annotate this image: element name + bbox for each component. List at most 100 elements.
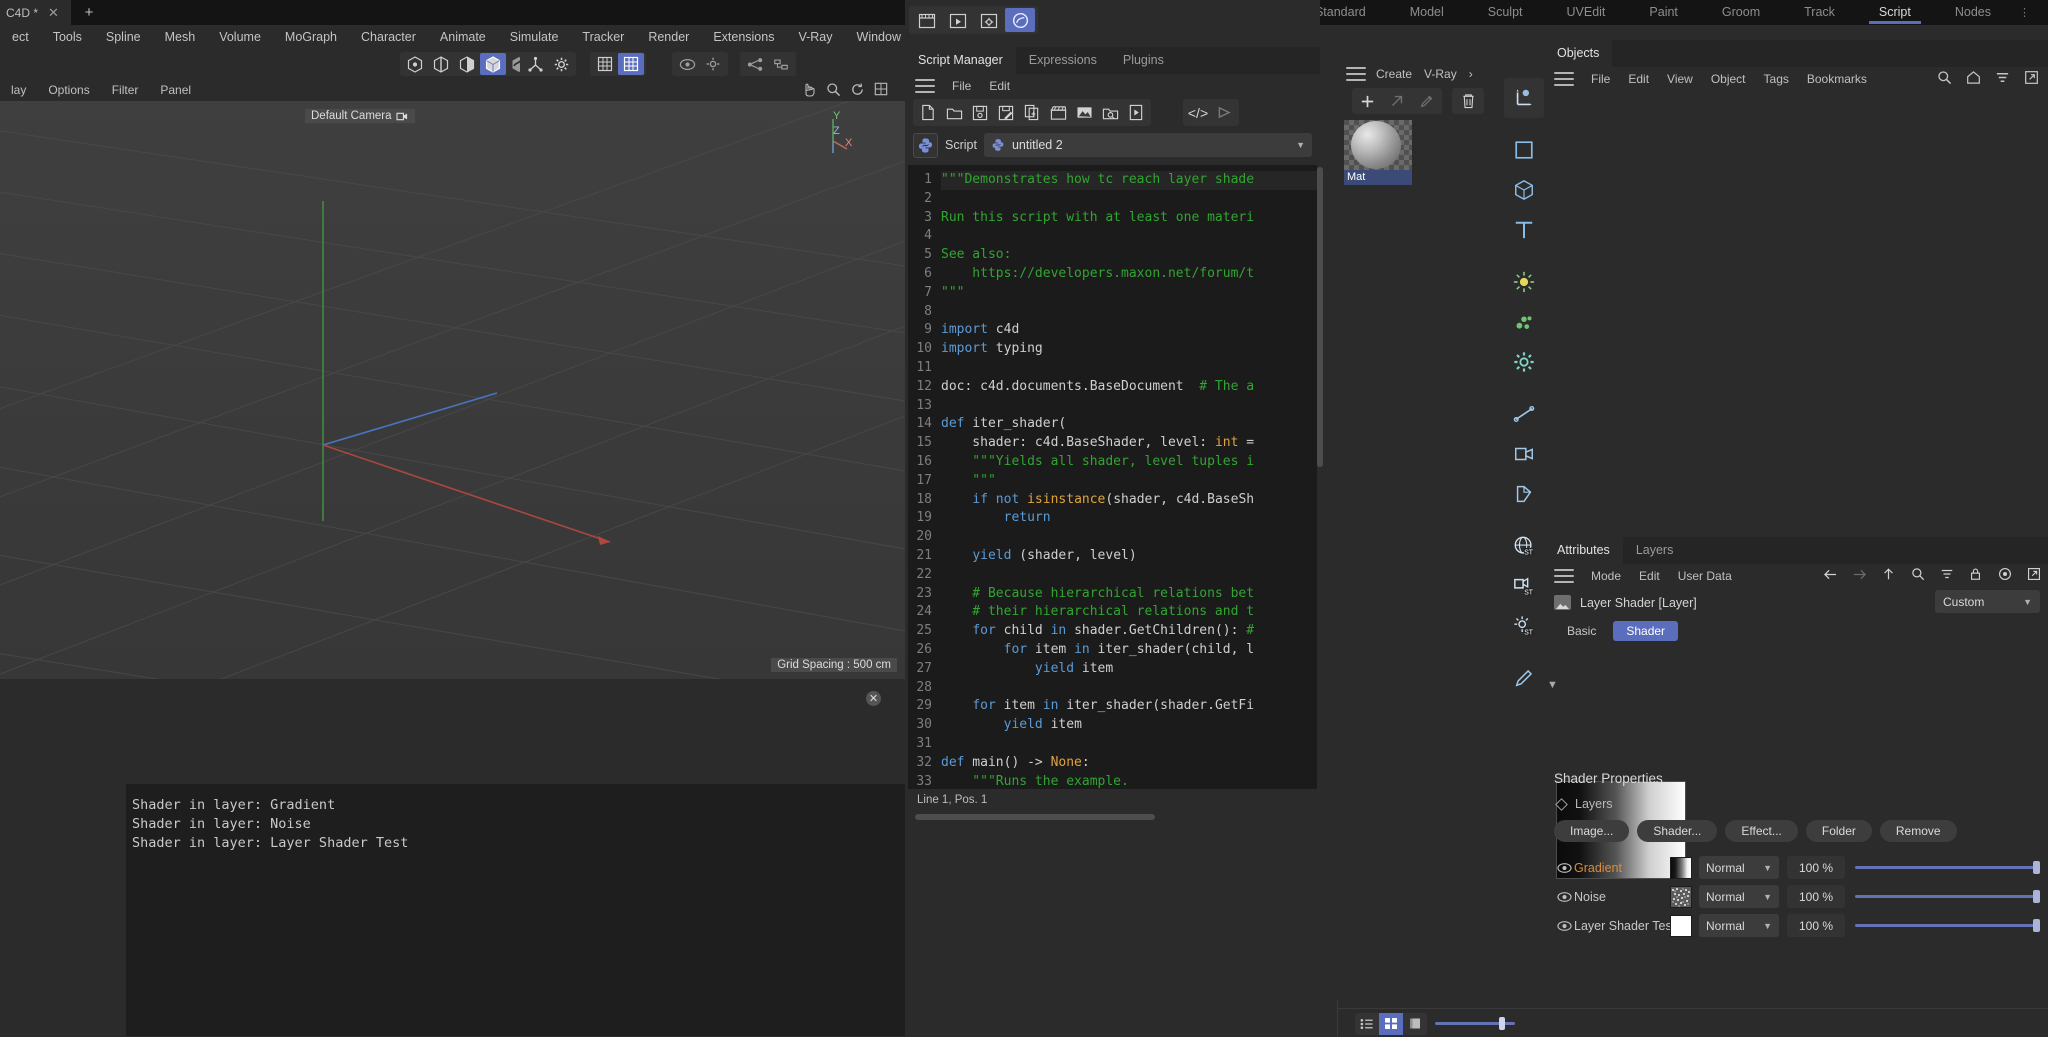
scene-manager-icon[interactable] bbox=[768, 53, 794, 75]
back-arrow-icon[interactable] bbox=[1822, 565, 1839, 583]
layout-overflow-icon[interactable]: ⋮ bbox=[2013, 6, 2030, 19]
search-icon[interactable] bbox=[1935, 68, 1953, 86]
menu-item-animate[interactable]: Animate bbox=[428, 25, 498, 50]
arrow-up-right-icon[interactable] bbox=[1382, 89, 1412, 113]
layer-opacity-slider[interactable] bbox=[1855, 885, 2040, 908]
material-manager-icon[interactable] bbox=[1005, 8, 1035, 32]
camera-tool-icon[interactable] bbox=[1504, 434, 1544, 474]
menu-item-volume[interactable]: Volume bbox=[207, 25, 273, 50]
snap-icon[interactable] bbox=[592, 53, 618, 75]
open-folder-icon[interactable] bbox=[941, 102, 967, 124]
maximize-viewport-icon[interactable] bbox=[872, 80, 890, 98]
material-item[interactable]: Mat bbox=[1344, 120, 1412, 185]
layout-tab-paint[interactable]: Paint bbox=[1627, 0, 1700, 25]
hamburger-icon[interactable] bbox=[1346, 66, 1366, 81]
menu-item-tracker[interactable]: Tracker bbox=[570, 25, 636, 50]
target-icon[interactable] bbox=[1996, 565, 2013, 583]
search-icon[interactable] bbox=[1909, 565, 1926, 583]
deformer-tool-icon[interactable] bbox=[1504, 394, 1544, 434]
layer-swatch-noise[interactable] bbox=[1670, 885, 1692, 908]
layout-tab-model[interactable]: Model bbox=[1388, 0, 1466, 25]
thumbnail-size-slider[interactable] bbox=[1435, 1014, 1515, 1034]
plus-icon[interactable] bbox=[1352, 89, 1382, 113]
grid-view-icon[interactable] bbox=[1379, 1012, 1403, 1035]
material-name-label[interactable]: Mat bbox=[1344, 170, 1412, 185]
cube-tool-icon[interactable] bbox=[1504, 170, 1544, 210]
trash-icon[interactable] bbox=[1452, 88, 1484, 114]
image-icon[interactable] bbox=[1071, 102, 1097, 124]
preset-dropdown[interactable]: Custom ▼ bbox=[1935, 590, 2040, 613]
material-menu-vray[interactable]: V-Ray bbox=[1418, 67, 1463, 81]
layer-name[interactable]: Layer Shader Test bbox=[1574, 919, 1675, 933]
attributes-menu-mode[interactable]: Mode bbox=[1582, 569, 1630, 583]
hamburger-icon[interactable] bbox=[1554, 569, 1574, 583]
code-tag-icon[interactable]: </> bbox=[1185, 102, 1211, 124]
code-vertical-scrollbar[interactable] bbox=[1317, 167, 1323, 467]
add-effect-layer-button[interactable]: Effect... bbox=[1725, 820, 1798, 842]
menu-item-mesh[interactable]: Mesh bbox=[153, 25, 208, 50]
document-tab[interactable]: C4D * ✕ bbox=[0, 0, 71, 25]
objects-menu-object[interactable]: Object bbox=[1702, 72, 1755, 86]
menu-item-spline[interactable]: Spline bbox=[94, 25, 153, 50]
chevron-down-icon[interactable]: ▼ bbox=[1547, 679, 1558, 691]
axis-icon[interactable] bbox=[522, 53, 548, 75]
layer-row[interactable]: Layer Shader Test Normal ▼ 100 % bbox=[1554, 911, 2040, 940]
scene-nodes-icon[interactable] bbox=[742, 53, 768, 75]
pen-tool-icon[interactable] bbox=[1504, 658, 1544, 698]
menu-item-mograph[interactable]: MoGraph bbox=[273, 25, 349, 50]
menu-item-window[interactable]: Window bbox=[845, 25, 913, 50]
layer-name[interactable]: Noise bbox=[1574, 890, 1670, 904]
console-output[interactable]: Shader in layer: Gradient Shader in laye… bbox=[126, 784, 922, 1036]
viewport-menu-options[interactable]: Options bbox=[37, 83, 100, 97]
eye-icon[interactable] bbox=[1554, 891, 1574, 903]
remove-layer-button[interactable]: Remove bbox=[1879, 820, 1957, 842]
model-mode-icon[interactable] bbox=[480, 53, 506, 75]
light-tool-icon[interactable] bbox=[1504, 262, 1544, 302]
grid-snap-icon[interactable] bbox=[618, 53, 644, 75]
timeline-icon[interactable] bbox=[912, 8, 942, 32]
forward-arrow-icon[interactable] bbox=[1851, 565, 1868, 583]
viewport-menu-display[interactable]: lay bbox=[0, 83, 37, 97]
filter-icon[interactable] bbox=[1993, 68, 2011, 86]
layout-tab-uvedit[interactable]: UVEdit bbox=[1545, 0, 1628, 25]
layer-swatch-white[interactable] bbox=[1670, 914, 1692, 937]
rotate-view-icon[interactable] bbox=[848, 80, 866, 98]
add-folder-button[interactable]: Folder bbox=[1805, 820, 1872, 842]
move-tool-icon[interactable] bbox=[1504, 78, 1544, 118]
add-image-layer-button[interactable]: Image... bbox=[1554, 820, 1630, 842]
hamburger-icon[interactable] bbox=[915, 78, 935, 93]
script-name-dropdown[interactable]: untitled 2 ▼ bbox=[983, 133, 1312, 157]
mograph-tool-icon[interactable] bbox=[1504, 474, 1544, 514]
python-icon[interactable] bbox=[913, 132, 938, 158]
text-tool-icon[interactable] bbox=[1504, 210, 1544, 250]
up-arrow-icon[interactable] bbox=[1880, 565, 1897, 583]
render-region-tool-icon[interactable]: ST bbox=[1504, 566, 1544, 606]
particles-tool-icon[interactable] bbox=[1504, 302, 1544, 342]
menu-item-tools[interactable]: Tools bbox=[41, 25, 94, 50]
render-view-icon[interactable] bbox=[674, 53, 700, 75]
menu-item-extensions[interactable]: Extensions bbox=[701, 25, 786, 50]
attributes-menu-user-data[interactable]: User Data bbox=[1669, 569, 1741, 583]
layer-blend-mode-dropdown[interactable]: Normal ▼ bbox=[1699, 885, 1779, 908]
sunlight-tool-icon[interactable]: ST bbox=[1504, 606, 1544, 646]
new-document-button[interactable]: + bbox=[78, 3, 100, 22]
rectangle-tool-icon[interactable] bbox=[1504, 130, 1544, 170]
tab-attributes[interactable]: Attributes bbox=[1544, 537, 1623, 564]
layer-opacity-field[interactable]: 100 % bbox=[1787, 856, 1845, 879]
menu-item-character[interactable]: Character bbox=[349, 25, 428, 50]
zoom-magnifier-icon[interactable] bbox=[824, 80, 842, 98]
objects-menu-view[interactable]: View bbox=[1658, 72, 1702, 86]
layer-swatch-gradient[interactable] bbox=[1670, 856, 1692, 879]
popout-icon[interactable] bbox=[2022, 68, 2040, 86]
hamburger-icon[interactable] bbox=[1554, 72, 1574, 86]
objects-menu-tags[interactable]: Tags bbox=[1755, 72, 1798, 86]
code-editor[interactable]: 1 """Demonstrates how tc reach layer shad… bbox=[908, 165, 1317, 789]
eyedropper-icon[interactable] bbox=[1412, 89, 1442, 113]
script-menu-edit[interactable]: Edit bbox=[980, 79, 1019, 93]
edge-mode-icon[interactable] bbox=[428, 53, 454, 75]
viewport-3d[interactable]: Default Camera Grid Spacing : 500 cm Y Z… bbox=[0, 101, 905, 679]
layout-tab-track[interactable]: Track bbox=[1782, 0, 1857, 25]
layer-opacity-field[interactable]: 100 % bbox=[1787, 885, 1845, 908]
clapper-icon[interactable] bbox=[1045, 102, 1071, 124]
viewport-camera-label[interactable]: Default Camera bbox=[305, 109, 415, 123]
